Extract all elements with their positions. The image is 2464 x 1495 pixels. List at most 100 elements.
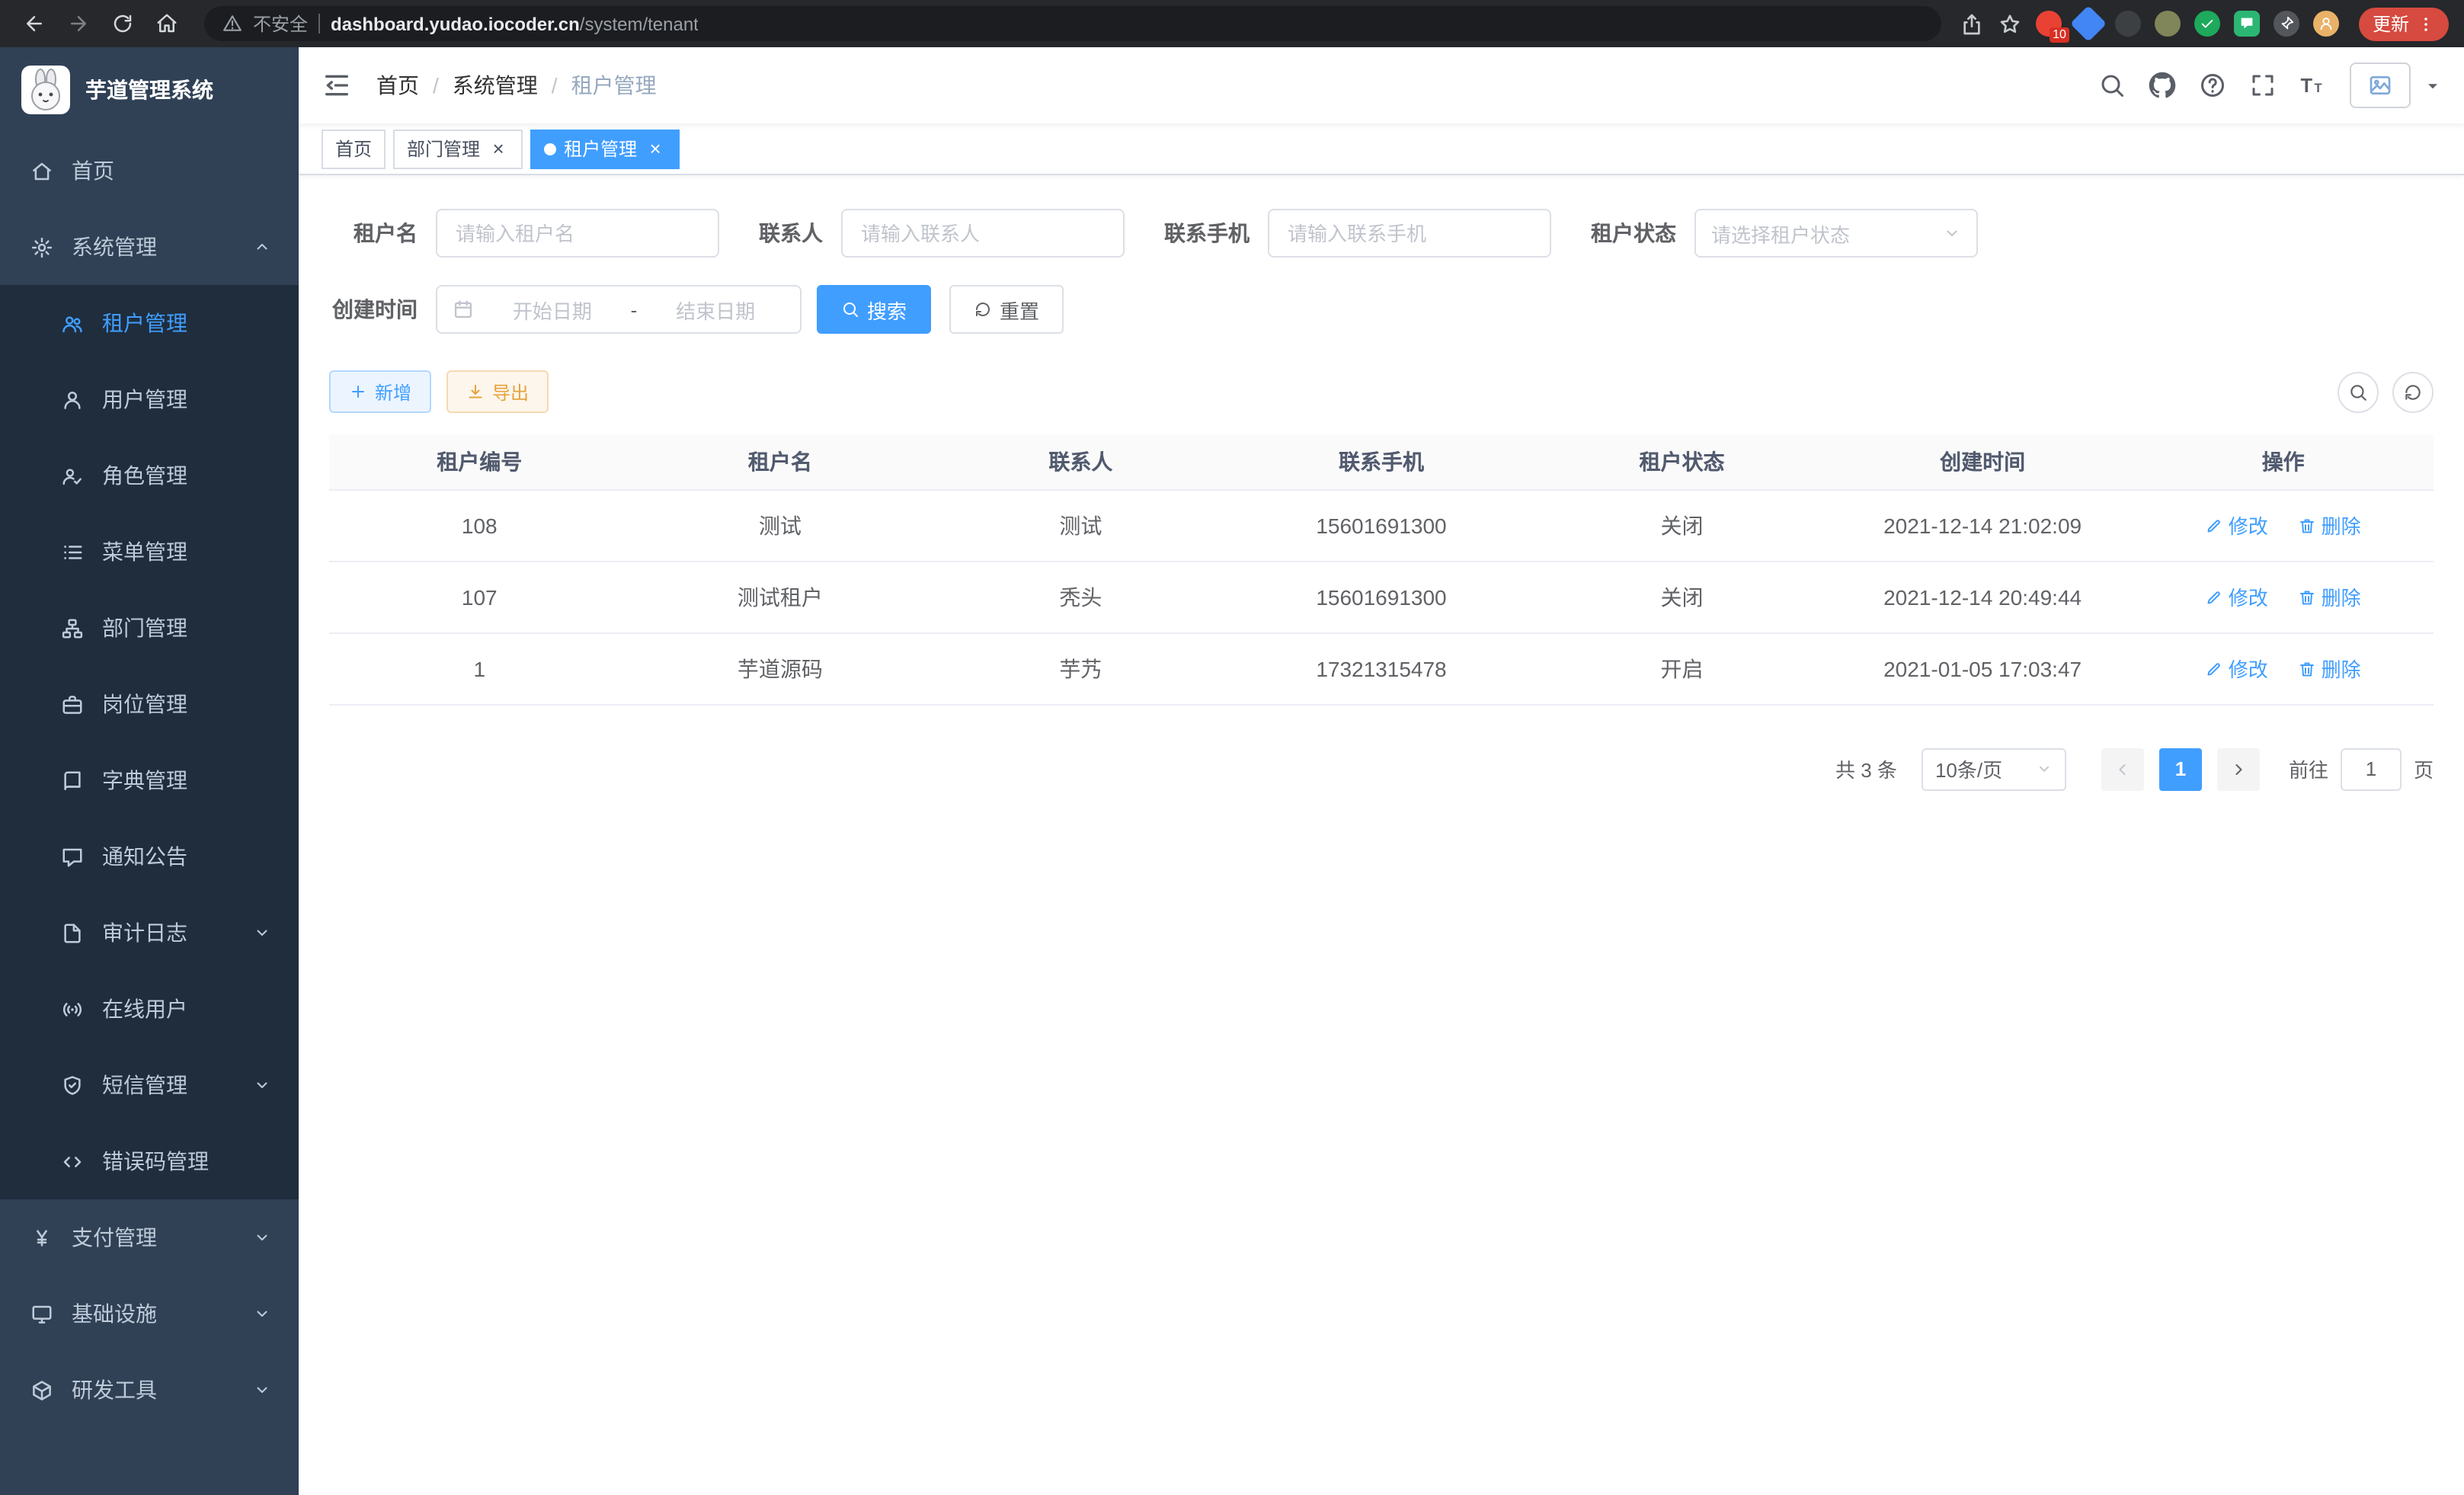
sidebar-item-post-management[interactable]: 岗位管理 bbox=[0, 666, 299, 742]
filter-tenant-name: 租户名 bbox=[329, 209, 719, 258]
extension-pin[interactable] bbox=[2274, 11, 2299, 37]
browser-back-button[interactable] bbox=[15, 5, 53, 43]
edit-icon bbox=[2206, 587, 2224, 606]
date-end-input[interactable]: 结束日期 bbox=[646, 295, 785, 324]
sidebar-item-home[interactable]: 首页 bbox=[0, 133, 299, 209]
sidebar-item-label: 角色管理 bbox=[102, 460, 187, 491]
tenant-table: 租户编号租户名联系人联系手机租户状态创建时间操作 108 测试 测试 15601… bbox=[329, 434, 2434, 705]
extension-olive[interactable] bbox=[2155, 11, 2181, 37]
sidebar-item-role-management[interactable]: 角色管理 bbox=[0, 437, 299, 514]
edit-button[interactable]: 修改 bbox=[2206, 511, 2268, 539]
edit-button[interactable]: 修改 bbox=[2206, 654, 2268, 683]
extension-dark[interactable] bbox=[2115, 11, 2141, 37]
status-label: 租户状态 bbox=[1591, 218, 1676, 248]
docs-help-icon[interactable] bbox=[2199, 72, 2226, 99]
browser-reload-button[interactable] bbox=[104, 5, 142, 43]
browser-home-button[interactable] bbox=[148, 5, 186, 43]
breadcrumb-item[interactable]: 首页 bbox=[376, 70, 419, 101]
extension-green-check[interactable] bbox=[2194, 11, 2220, 37]
delete-button[interactable]: 删除 bbox=[2299, 511, 2361, 539]
filter-row-2: 创建时间 开始日期 - 结束日期 搜索 重置 bbox=[329, 285, 2434, 334]
refresh-table-button[interactable] bbox=[2392, 371, 2434, 412]
tenant-icon bbox=[61, 312, 84, 335]
sidebar-item-error-code-management[interactable]: 错误码管理 bbox=[0, 1123, 299, 1199]
close-tag-icon[interactable]: × bbox=[488, 138, 509, 159]
avatar-caret-down-icon[interactable] bbox=[2424, 77, 2441, 94]
prev-page-button[interactable] bbox=[2101, 748, 2144, 790]
sidebar-item-sms-management[interactable]: 短信管理 bbox=[0, 1047, 299, 1123]
edit-button[interactable]: 修改 bbox=[2206, 582, 2268, 611]
reset-button[interactable]: 重置 bbox=[949, 285, 1064, 334]
application-window: 不安全 dashboard.yudao.iocoder.cn/system/te… bbox=[0, 0, 2464, 1495]
address-bar[interactable]: 不安全 dashboard.yudao.iocoder.cn/system/te… bbox=[204, 6, 1941, 41]
export-button[interactable]: 导出 bbox=[446, 370, 549, 413]
sidebar-item-pay-management[interactable]: 支付管理 bbox=[0, 1199, 299, 1276]
chevron-down-icon bbox=[253, 1381, 271, 1399]
sidebar-item-label: 在线用户 bbox=[102, 994, 187, 1024]
profile-avatar[interactable] bbox=[2313, 11, 2339, 37]
extension-green-chat-glyph bbox=[2238, 15, 2255, 32]
date-range-picker[interactable]: 开始日期 - 结束日期 bbox=[436, 285, 802, 334]
tag-dept-management[interactable]: 部门管理× bbox=[393, 129, 523, 168]
share-icon[interactable] bbox=[1960, 11, 1984, 36]
extension-red[interactable]: 10 bbox=[2036, 11, 2062, 37]
table-row: 1 芋道源码 芋艿 17321315478 开启 2021-01-05 17:0… bbox=[329, 632, 2434, 704]
cell-tenant-name: 测试 bbox=[630, 489, 931, 561]
breadcrumb-separator: / bbox=[552, 73, 558, 98]
breadcrumb-item[interactable]: 系统管理 bbox=[453, 70, 538, 101]
sidebar-item-system-management[interactable]: 系统管理 bbox=[0, 209, 299, 285]
filter-status: 租户状态 请选择租户状态 bbox=[1591, 209, 1978, 258]
column-header: 租户名 bbox=[630, 434, 931, 489]
bookmark-star-icon[interactable] bbox=[1998, 11, 2022, 36]
sidebar-item-dept-management[interactable]: 部门管理 bbox=[0, 590, 299, 666]
sidebar-item-audit-log[interactable]: 审计日志 bbox=[0, 895, 299, 971]
sidebar-item-tenant-management[interactable]: 租户管理 bbox=[0, 285, 299, 361]
toggle-search-button[interactable] bbox=[2338, 371, 2379, 412]
delete-button[interactable]: 删除 bbox=[2299, 654, 2361, 683]
page-unit-label: 页 bbox=[2414, 754, 2434, 783]
table-header-row: 租户编号租户名联系人联系手机租户状态创建时间操作 bbox=[329, 434, 2434, 489]
role-icon bbox=[61, 464, 84, 487]
omnibox-divider bbox=[318, 14, 320, 34]
next-page-button[interactable] bbox=[2217, 748, 2260, 790]
close-tag-icon[interactable]: × bbox=[645, 138, 666, 159]
more-menu-icon bbox=[2417, 14, 2435, 33]
extension-blue[interactable] bbox=[2070, 5, 2107, 42]
sidebar-item-dict-management[interactable]: 字典管理 bbox=[0, 742, 299, 818]
extension-badge: 10 bbox=[2050, 27, 2069, 43]
cell-contact: 秃头 bbox=[930, 561, 1231, 632]
cell-actions: 修改 删除 bbox=[2133, 489, 2434, 561]
status-select[interactable]: 请选择租户状态 bbox=[1694, 209, 1978, 258]
add-button[interactable]: 新增 bbox=[329, 370, 431, 413]
browser-forward-button[interactable] bbox=[59, 5, 98, 43]
mobile-input[interactable] bbox=[1268, 209, 1551, 258]
infra-icon bbox=[30, 1302, 53, 1325]
sidebar-item-notice-announcement[interactable]: 通知公告 bbox=[0, 818, 299, 895]
post-icon bbox=[61, 693, 84, 715]
github-icon[interactable] bbox=[2149, 72, 2176, 99]
sidebar-item-menu-management[interactable]: 菜单管理 bbox=[0, 514, 299, 590]
cell-contact: 测试 bbox=[930, 489, 1231, 561]
page-number-1[interactable]: 1 bbox=[2159, 748, 2202, 790]
contact-input[interactable] bbox=[841, 209, 1125, 258]
search-button[interactable]: 搜索 bbox=[817, 285, 931, 334]
tag-tenant-management[interactable]: 租户管理× bbox=[530, 129, 680, 168]
dept-icon bbox=[61, 616, 84, 639]
sidebar-item-user-management[interactable]: 用户管理 bbox=[0, 361, 299, 437]
sidebar-item-dev-tools[interactable]: 研发工具 bbox=[0, 1352, 299, 1428]
page-size-select[interactable]: 10条/页 bbox=[1922, 748, 2066, 790]
tenant-name-input[interactable] bbox=[436, 209, 719, 258]
extension-green-chat[interactable] bbox=[2234, 11, 2260, 37]
header-search-icon[interactable] bbox=[2098, 72, 2126, 99]
tag-home[interactable]: 首页 bbox=[322, 129, 386, 168]
user-avatar[interactable] bbox=[2350, 62, 2411, 108]
goto-page-input[interactable] bbox=[2341, 748, 2402, 790]
sidebar-fold-icon[interactable] bbox=[322, 70, 352, 101]
sidebar-item-online-users[interactable]: 在线用户 bbox=[0, 971, 299, 1047]
sidebar-item-infrastructure[interactable]: 基础设施 bbox=[0, 1276, 299, 1352]
delete-button[interactable]: 删除 bbox=[2299, 582, 2361, 611]
update-button[interactable]: 更新 bbox=[2359, 7, 2449, 40]
date-start-input[interactable]: 开始日期 bbox=[483, 295, 622, 324]
font-size-icon[interactable]: TT bbox=[2299, 72, 2327, 99]
fullscreen-icon[interactable] bbox=[2249, 72, 2277, 99]
